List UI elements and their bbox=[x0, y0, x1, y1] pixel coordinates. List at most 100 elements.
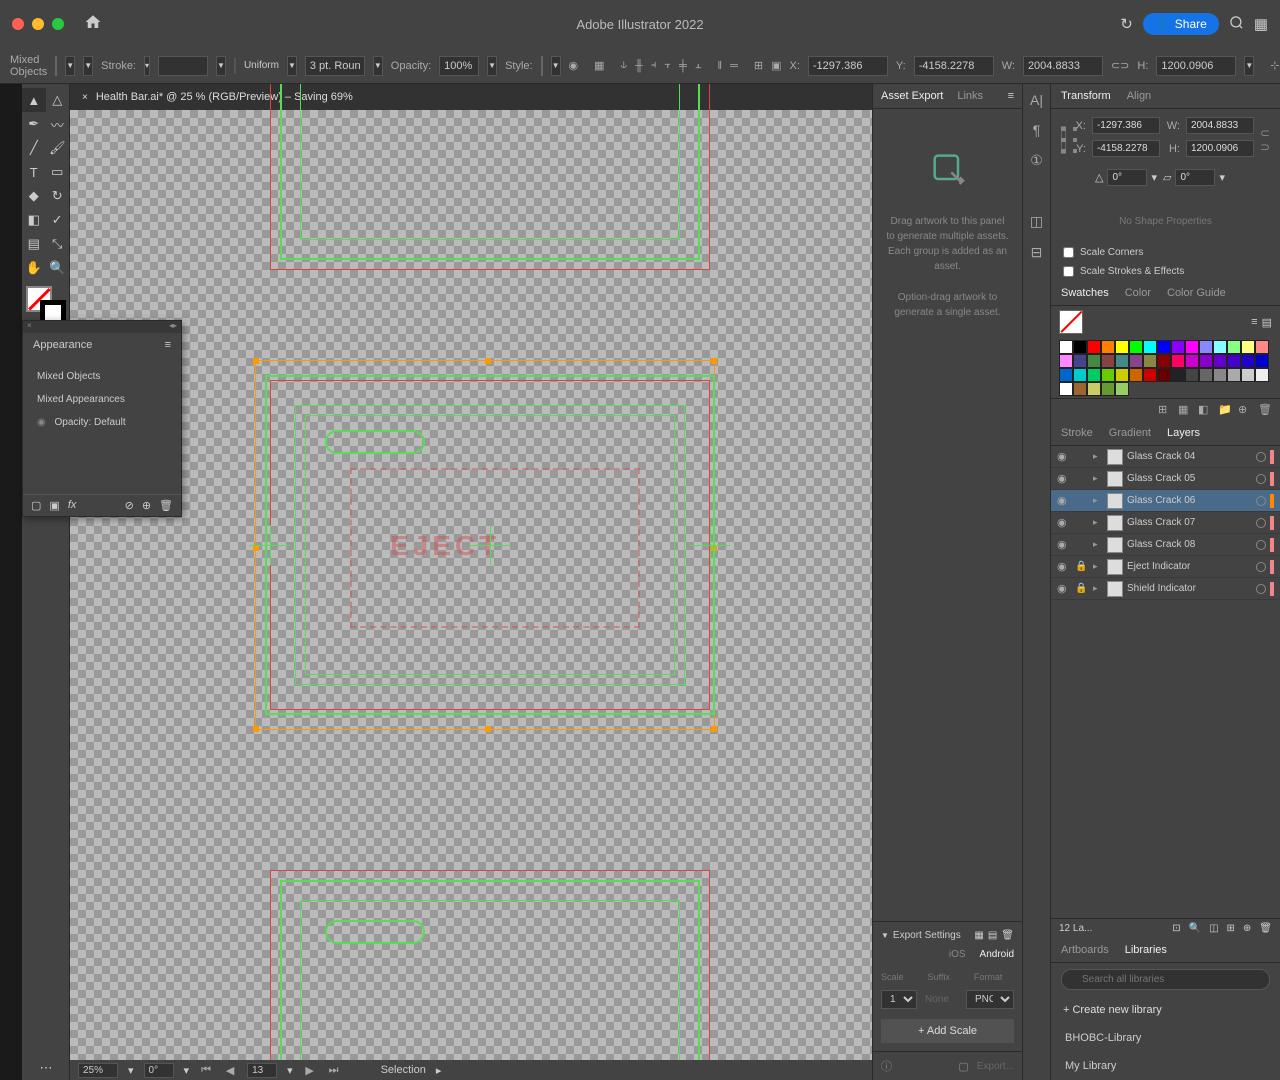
visibility-toggle[interactable]: ◉ bbox=[1057, 450, 1071, 463]
swatch[interactable] bbox=[1227, 340, 1241, 354]
asset-drop-zone[interactable]: Drag artwork to this panel to generate m… bbox=[873, 109, 1022, 921]
swatch[interactable] bbox=[1073, 340, 1087, 354]
library-item[interactable]: My Library bbox=[1051, 1052, 1280, 1080]
brush-definition-input[interactable] bbox=[305, 56, 365, 76]
opacity-dropdown[interactable]: ▼ bbox=[487, 56, 497, 76]
layer-name[interactable]: Glass Crack 06 bbox=[1127, 495, 1252, 506]
swatch[interactable] bbox=[1059, 368, 1073, 382]
hand-tool[interactable]: ✋ bbox=[22, 256, 46, 280]
rectangle-tool[interactable]: ▭ bbox=[46, 160, 70, 184]
style-dropdown[interactable]: ▼ bbox=[551, 56, 561, 76]
stroke-swatch-dropdown[interactable]: ▼ bbox=[83, 56, 93, 76]
link-wh-icon[interactable]: ⊂⊃ bbox=[1260, 126, 1270, 154]
swatch[interactable] bbox=[1101, 382, 1115, 396]
delete-layer-icon[interactable]: 🗑 bbox=[1259, 923, 1272, 934]
ty-input[interactable] bbox=[1092, 140, 1160, 157]
swatch[interactable] bbox=[1185, 368, 1199, 382]
ap-new-stroke-icon[interactable]: ▢ bbox=[31, 499, 41, 512]
artboard-dropdown[interactable]: ▾ bbox=[287, 1064, 293, 1077]
distribute-h-icon[interactable]: ‖ bbox=[718, 56, 723, 76]
style-swatch[interactable] bbox=[541, 56, 543, 76]
swatch-lib-icon[interactable]: ⊞ bbox=[1158, 403, 1172, 417]
library-item[interactable]: BHOBC-Library bbox=[1051, 1024, 1280, 1052]
new-swatch-icon[interactable]: ⊕ bbox=[1238, 403, 1252, 417]
transform-tab[interactable]: Transform bbox=[1061, 90, 1111, 102]
layer-row[interactable]: ◉ ▸ Glass Crack 05 bbox=[1051, 468, 1280, 490]
rotate-dropdown[interactable]: ▾ bbox=[1151, 171, 1157, 184]
para-panel-icon[interactable]: ¶ bbox=[1033, 122, 1041, 138]
swatch[interactable] bbox=[1171, 368, 1185, 382]
minimize-window-button[interactable] bbox=[32, 18, 44, 30]
swatch[interactable] bbox=[1087, 382, 1101, 396]
swatch-kind-icon[interactable]: ◧ bbox=[1198, 403, 1212, 417]
gradient-tool[interactable]: ▤ bbox=[22, 232, 46, 256]
swatch[interactable] bbox=[1213, 354, 1227, 368]
stroke-weight-dropdown[interactable]: ▼ bbox=[216, 56, 226, 76]
visibility-toggle[interactable]: ◉ bbox=[1057, 472, 1071, 485]
new-sublayer-icon[interactable]: ⊞ bbox=[1227, 923, 1235, 934]
align-right-icon[interactable]: ⫞ bbox=[651, 56, 657, 76]
swatch[interactable] bbox=[1087, 368, 1101, 382]
align-bottom-icon[interactable]: ⫠ bbox=[695, 56, 702, 76]
swatch[interactable] bbox=[1059, 382, 1073, 396]
expand-layer-icon[interactable]: ▸ bbox=[1093, 473, 1103, 484]
tx-input[interactable] bbox=[1092, 117, 1160, 134]
target-icon[interactable] bbox=[1256, 474, 1266, 484]
opacity-input[interactable] bbox=[439, 56, 479, 76]
lock-toggle[interactable]: 🔒 bbox=[1075, 583, 1089, 594]
curvature-tool[interactable]: 〰 bbox=[46, 112, 70, 136]
isolate-icon[interactable]: ▣ bbox=[771, 56, 781, 76]
swatch[interactable] bbox=[1087, 354, 1101, 368]
canvas[interactable]: EJECT 0 50 100 150 200 250 300 bbox=[70, 110, 872, 1060]
target-icon[interactable] bbox=[1256, 496, 1266, 506]
layer-name[interactable]: Glass Crack 08 bbox=[1127, 539, 1252, 550]
visibility-toggle[interactable]: ◉ bbox=[1057, 582, 1071, 595]
canvas-area[interactable]: × Health Bar.ai* @ 25 % (RGB/Preview) – … bbox=[70, 84, 872, 1080]
panel-menu-icon[interactable]: ≡ bbox=[1008, 90, 1014, 102]
rotation-input[interactable] bbox=[144, 1063, 174, 1078]
align-hcenter-icon[interactable]: ╫ bbox=[635, 56, 643, 76]
swatch[interactable] bbox=[1227, 354, 1241, 368]
swatch[interactable] bbox=[1059, 340, 1073, 354]
swatch[interactable] bbox=[1227, 368, 1241, 382]
target-icon[interactable] bbox=[1256, 584, 1266, 594]
swatch[interactable] bbox=[1115, 354, 1129, 368]
align-vcenter-icon[interactable]: ╪ bbox=[679, 56, 687, 76]
sync-icon[interactable]: ↻ bbox=[1120, 15, 1133, 33]
locate-layer-icon[interactable]: ⊡ bbox=[1172, 923, 1180, 934]
close-window-button[interactable] bbox=[12, 18, 24, 30]
swatches-tab[interactable]: Swatches bbox=[1061, 287, 1109, 299]
direct-selection-tool[interactable]: △ bbox=[46, 88, 70, 112]
cb-h-input[interactable] bbox=[1156, 56, 1236, 76]
asset-export-tab[interactable]: Asset Export bbox=[881, 90, 943, 102]
fullscreen-window-button[interactable] bbox=[52, 18, 64, 30]
collapse-icon[interactable]: ▼ bbox=[881, 931, 889, 940]
visibility-toggle[interactable]: ◉ bbox=[1057, 538, 1071, 551]
appearance-opacity-row[interactable]: ◉ Opacity: Default bbox=[37, 411, 167, 434]
target-icon[interactable] bbox=[1256, 562, 1266, 572]
type-tool[interactable]: T bbox=[22, 160, 46, 184]
ap-new-fill-icon[interactable]: ▣ bbox=[49, 499, 59, 512]
cb-options-dropdown[interactable]: ▼ bbox=[1244, 56, 1254, 76]
snap-icon[interactable]: ⊹ bbox=[1270, 56, 1279, 76]
swatch[interactable] bbox=[1143, 340, 1157, 354]
export-button[interactable]: Export... bbox=[977, 1061, 1014, 1072]
recolor-icon[interactable]: ◉ bbox=[569, 56, 579, 76]
swatch[interactable] bbox=[1199, 354, 1213, 368]
status-menu[interactable]: ▸ bbox=[436, 1064, 442, 1077]
swatch[interactable] bbox=[1241, 368, 1255, 382]
char-panel-icon[interactable]: A| bbox=[1030, 92, 1043, 108]
align-top-icon[interactable]: ⫟ bbox=[664, 56, 671, 76]
grid-view-icon[interactable]: ▦ bbox=[974, 930, 983, 941]
swatch-list-icon[interactable]: ▤ bbox=[1262, 316, 1272, 329]
fill-dropdown[interactable]: ▼ bbox=[65, 56, 75, 76]
appearance-menu-icon[interactable]: ≡ bbox=[165, 339, 171, 351]
new-layer-icon[interactable]: ⊕ bbox=[1243, 923, 1251, 934]
share-button[interactable]: 👤 Share bbox=[1143, 13, 1219, 35]
ap-clear-icon[interactable]: ⊘ bbox=[125, 499, 134, 512]
swatch[interactable] bbox=[1129, 340, 1143, 354]
layer-name[interactable]: Glass Crack 05 bbox=[1127, 473, 1252, 484]
library-search-input[interactable] bbox=[1061, 969, 1270, 990]
swatch[interactable] bbox=[1101, 368, 1115, 382]
swatch[interactable] bbox=[1115, 340, 1129, 354]
